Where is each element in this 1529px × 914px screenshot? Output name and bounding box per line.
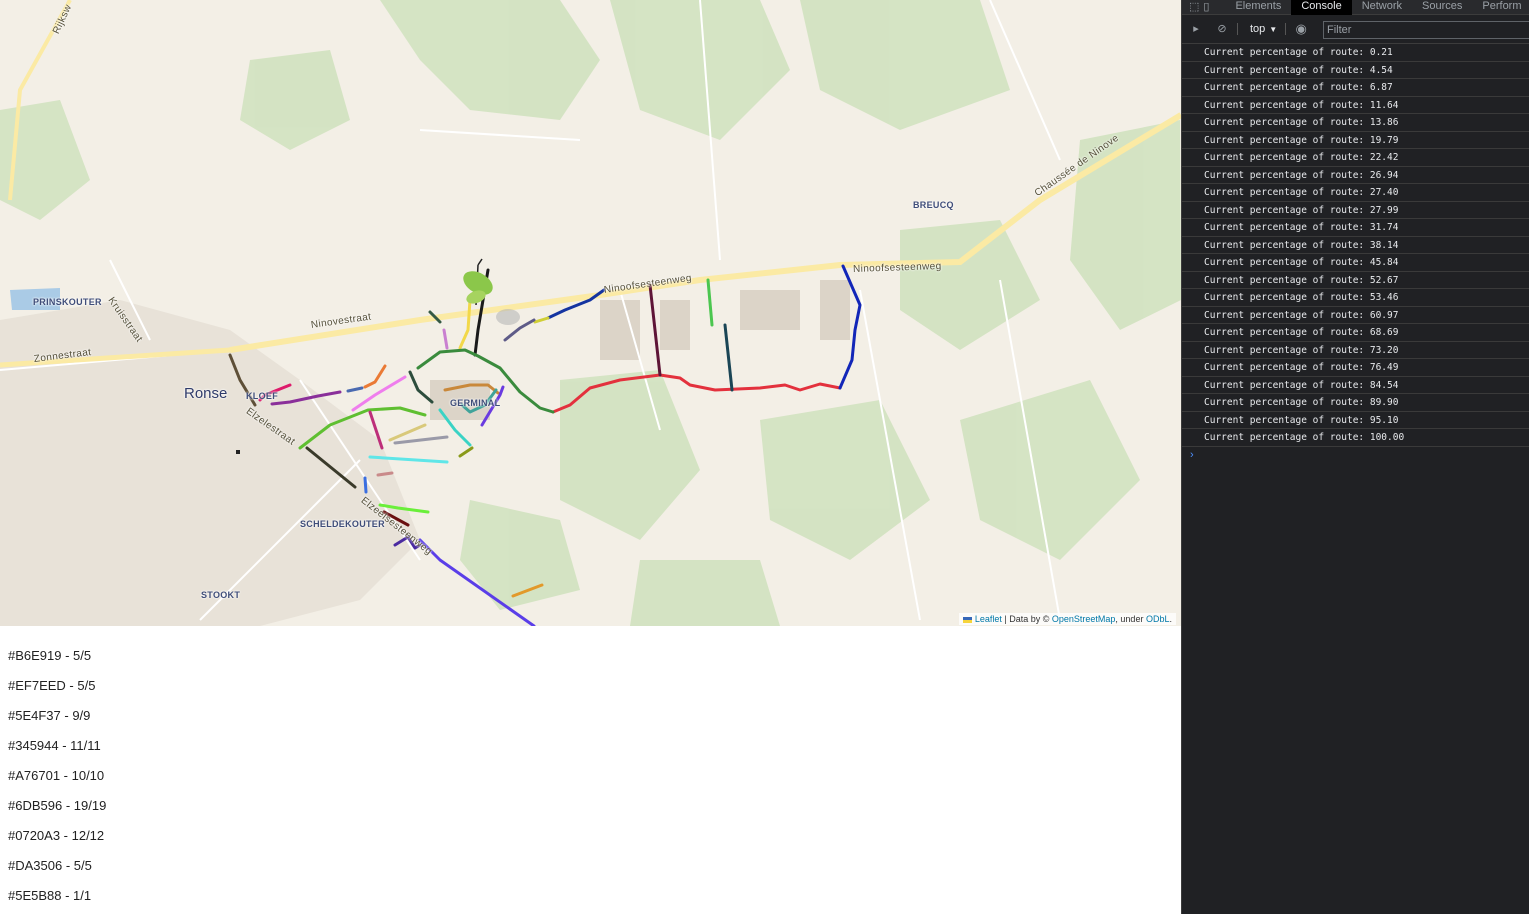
place-label: STOOKT xyxy=(201,590,241,600)
device-toolbar-icon[interactable]: ▯ xyxy=(1203,0,1209,14)
console-message: Current percentage of route: 31.74 xyxy=(1182,219,1529,237)
console-message: Current percentage of route: 95.10 xyxy=(1182,412,1529,429)
odbl-link[interactable]: ODbL xyxy=(1146,614,1170,624)
console-message: Current percentage of route: 76.49 xyxy=(1182,359,1529,377)
place-label: SCHELDEKOUTER xyxy=(300,519,385,529)
tab-sources[interactable]: Sources xyxy=(1412,0,1472,15)
leaflet-map[interactable]: Ronse PRINSKOUTER KLOEF GERMINAL SCHELDE… xyxy=(0,0,1181,626)
console-message: Current percentage of route: 0.21 xyxy=(1182,44,1529,62)
attribution-text: , under xyxy=(1115,614,1144,624)
route-stat: #5E5B88 - 1/1 xyxy=(8,888,92,903)
osm-link[interactable]: OpenStreetMap xyxy=(1052,614,1116,624)
place-label: Ronse xyxy=(184,385,228,402)
place-label: BREUCQ xyxy=(913,200,954,210)
caret-down-icon: ▼ xyxy=(1269,25,1278,34)
clear-console-icon[interactable]: ⊘ xyxy=(1215,22,1229,36)
console-message: Current percentage of route: 13.86 xyxy=(1182,114,1529,132)
divider xyxy=(1237,23,1238,35)
divider xyxy=(1285,23,1287,35)
console-message: Current percentage of route: 73.20 xyxy=(1182,342,1529,359)
console-message: Current percentage of route: 6.87 xyxy=(1182,79,1529,97)
sidebar-toggle-icon[interactable]: ▸ xyxy=(1189,22,1203,36)
devtools-tab-bar: ⬚ ▯ Elements Console Network Sources Per… xyxy=(1182,0,1529,15)
devtools-panel: ⬚ ▯ Elements Console Network Sources Per… xyxy=(1181,0,1529,914)
place-label: PRINSKOUTER xyxy=(33,297,102,307)
console-message: Current percentage of route: 60.97 xyxy=(1182,307,1529,324)
console-message: Current percentage of route: 4.54 xyxy=(1182,62,1529,79)
route-stat: #5E4F37 - 9/9 xyxy=(8,708,91,723)
console-message: Current percentage of route: 52.67 xyxy=(1182,272,1529,289)
route-stat: #0720A3 - 12/12 xyxy=(8,828,105,843)
tab-elements[interactable]: Elements xyxy=(1225,0,1291,15)
console-message: Current percentage of route: 89.90 xyxy=(1182,394,1529,412)
console-message: Current percentage of route: 84.54 xyxy=(1182,377,1529,394)
leaflet-link[interactable]: Leaflet xyxy=(975,614,1002,624)
place-label: GERMINAL xyxy=(450,398,501,408)
web-page: Ronse PRINSKOUTER KLOEF GERMINAL SCHELDE… xyxy=(0,0,1181,914)
console-message: Current percentage of route: 68.69 xyxy=(1182,324,1529,342)
ukraine-flag-icon xyxy=(962,616,972,623)
route-stat: #B6E919 - 5/5 xyxy=(8,648,92,663)
route-stat: #DA3506 - 5/5 xyxy=(8,858,92,873)
tab-network[interactable]: Network xyxy=(1352,0,1412,15)
attribution-text: . xyxy=(1169,614,1172,624)
console-prompt[interactable]: › xyxy=(1182,447,1529,464)
inspect-element-icon[interactable]: ⬚ xyxy=(1189,0,1199,14)
attribution-text: | Data by © xyxy=(1004,614,1050,624)
map-tiles xyxy=(0,0,1181,626)
console-filter-input[interactable] xyxy=(1323,21,1529,39)
console-message: Current percentage of route: 53.46 xyxy=(1182,289,1529,307)
map-attribution: Leaflet | Data by © OpenStreetMap, under… xyxy=(958,613,1176,625)
context-value: top xyxy=(1250,23,1266,35)
console-message: Current percentage of route: 100.00 xyxy=(1182,429,1529,447)
route-stat: #EF7EED - 5/5 xyxy=(8,678,96,693)
tab-console[interactable]: Console xyxy=(1291,0,1352,15)
context-selector[interactable]: top ▼ xyxy=(1250,23,1277,35)
route-stat: #345944 - 11/11 xyxy=(8,738,101,753)
route-stats-list: #B6E919 - 5/5 #EF7EED - 5/5 #5E4F37 - 9/… xyxy=(8,646,106,914)
eye-icon[interactable]: ◉ xyxy=(1294,22,1308,36)
tab-performance[interactable]: Perform xyxy=(1472,0,1529,15)
console-message: Current percentage of route: 26.94 xyxy=(1182,167,1529,184)
console-message: Current percentage of route: 27.99 xyxy=(1182,202,1529,219)
console-message: Current percentage of route: 11.64 xyxy=(1182,97,1529,114)
place-label: KLOEF xyxy=(246,391,278,401)
console-message: Current percentage of route: 45.84 xyxy=(1182,254,1529,272)
console-messages: Current percentage of route: 0.21 Curren… xyxy=(1182,44,1529,464)
console-message: Current percentage of route: 38.14 xyxy=(1182,237,1529,254)
route-stat: #A76701 - 10/10 xyxy=(8,768,105,783)
console-message: Current percentage of route: 22.42 xyxy=(1182,149,1529,167)
console-message: Current percentage of route: 27.40 xyxy=(1182,184,1529,202)
console-message: Current percentage of route: 19.79 xyxy=(1182,132,1529,149)
route-stat: #6DB596 - 19/19 xyxy=(8,798,107,813)
